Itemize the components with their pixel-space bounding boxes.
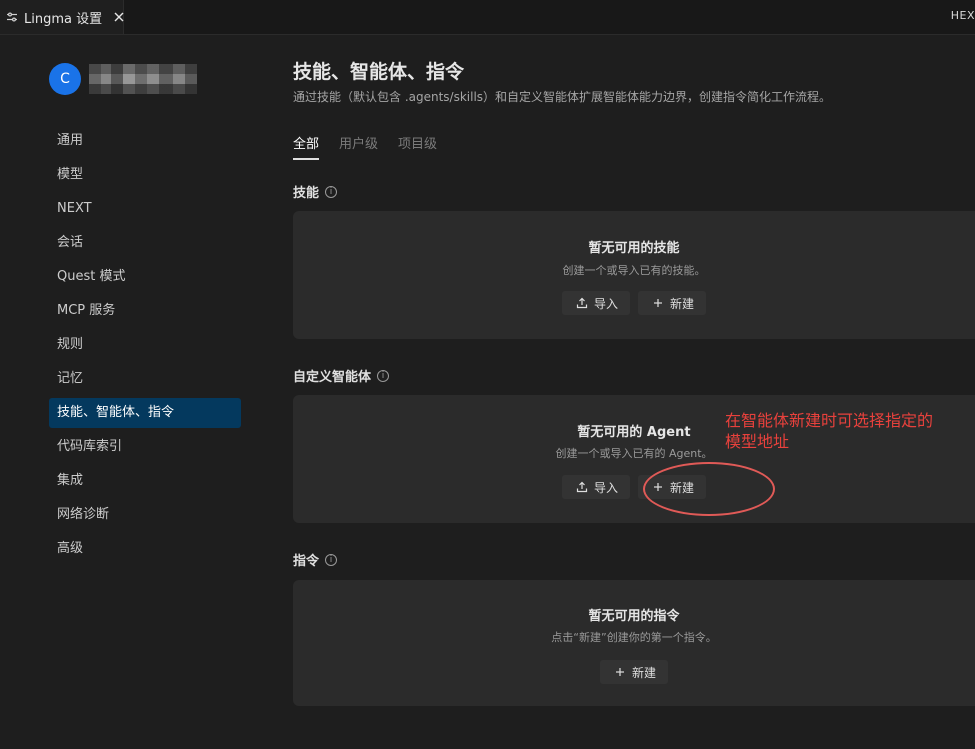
sidebar-item-rules[interactable]: 规则 (49, 330, 241, 360)
import-skill-button[interactable]: 导入 (561, 291, 630, 315)
sidebar-item-memory[interactable]: 记忆 (49, 364, 241, 394)
sidebar-item-general[interactable]: 通用 (49, 126, 241, 156)
info-icon[interactable]: i (325, 185, 338, 198)
section-title-skills: 技能 i (293, 182, 338, 201)
avatar: C (49, 63, 81, 95)
tab-user-level[interactable]: 用户级 (339, 133, 378, 160)
commands-empty-title: 暂无可用的指令 (588, 609, 680, 624)
import-label: 导入 (593, 480, 618, 495)
new-label: 新建 (670, 296, 695, 311)
sidebar-item-next[interactable]: NEXT (49, 194, 241, 224)
annotation-text: 在智能体新建时可选择指定的 模型地址 (725, 410, 933, 452)
main-content: 技能、智能体、指令 通过技能（默认包含 .agents/skills）和自定义智… (293, 35, 975, 749)
plus-icon (614, 666, 626, 678)
sidebar-item-skills-agents-commands[interactable]: 技能、智能体、指令 (49, 398, 241, 428)
section-title-agents: 自定义智能体 i (293, 366, 390, 385)
tab-project-level[interactable]: 项目级 (398, 133, 437, 160)
tab-strip: Lingma 设置 HEX (0, 0, 975, 35)
upload-icon (576, 297, 588, 309)
skills-empty-title: 暂无可用的技能 (588, 241, 680, 256)
sidebar-item-models[interactable]: 模型 (49, 160, 241, 190)
plus-icon (652, 297, 664, 309)
commands-empty-desc: 点击“新建”创建你的第一个指令。 (551, 631, 717, 644)
tab-lingma-settings[interactable]: Lingma 设置 (0, 0, 124, 34)
close-icon[interactable] (112, 10, 126, 24)
sidebar-item-quest-mode[interactable]: Quest 模式 (49, 262, 241, 292)
sidebar: C 通用 模型 NEXT 会话 Quest 模式 MCP 服务 规则 记忆 技能… (0, 35, 260, 749)
redacted-username (89, 64, 197, 94)
commands-empty-panel: 暂无可用的指令 点击“新建”创建你的第一个指令。 新建 (293, 580, 975, 706)
import-label: 导入 (593, 296, 618, 311)
sidebar-item-mcp-service[interactable]: MCP 服务 (49, 296, 241, 326)
skills-empty-panel: 暂无可用的技能 创建一个或导入已有的技能。 导入 新建 (293, 211, 975, 339)
new-command-button[interactable]: 新建 (599, 660, 668, 684)
skills-actions: 导入 新建 (293, 291, 975, 315)
commands-heading: 指令 (293, 554, 320, 569)
new-skill-button[interactable]: 新建 (638, 291, 707, 315)
section-title-commands: 指令 i (293, 550, 338, 569)
upload-icon (576, 481, 588, 493)
skills-empty-desc: 创建一个或导入已有的技能。 (562, 264, 706, 277)
page-description: 通过技能（默认包含 .agents/skills）和自定义智能体扩展智能体能力边… (293, 90, 832, 104)
sidebar-item-advanced[interactable]: 高级 (49, 534, 241, 564)
annotation-circle (643, 462, 775, 516)
annotation-line-1: 在智能体新建时可选择指定的 (725, 411, 934, 430)
agents-actions: 导入 新建 (293, 475, 975, 499)
sidebar-item-codebase-index[interactable]: 代码库索引 (49, 432, 241, 462)
tab-title: Lingma 设置 (24, 11, 103, 27)
user-profile[interactable]: C (49, 63, 197, 95)
info-icon[interactable]: i (377, 369, 390, 382)
settings-nav: 通用 模型 NEXT 会话 Quest 模式 MCP 服务 规则 记忆 技能、智… (49, 126, 241, 568)
info-icon[interactable]: i (325, 553, 338, 566)
sidebar-item-chat[interactable]: 会话 (49, 228, 241, 258)
scope-tabs: 全部 用户级 项目级 (293, 133, 437, 160)
new-label: 新建 (631, 665, 656, 680)
commands-actions: 新建 (293, 660, 975, 684)
page-title: 技能、智能体、指令 (293, 61, 465, 83)
skills-heading: 技能 (293, 186, 320, 201)
sidebar-item-integrations[interactable]: 集成 (49, 466, 241, 496)
agents-heading: 自定义智能体 (293, 370, 372, 385)
annotation-line-2: 模型地址 (725, 432, 790, 451)
import-agent-button[interactable]: 导入 (561, 475, 630, 499)
window-right-label: HEX (950, 9, 975, 22)
settings-sliders-icon (6, 11, 18, 23)
tab-all[interactable]: 全部 (293, 133, 320, 160)
sidebar-item-network-diagnostics[interactable]: 网络诊断 (49, 500, 241, 530)
